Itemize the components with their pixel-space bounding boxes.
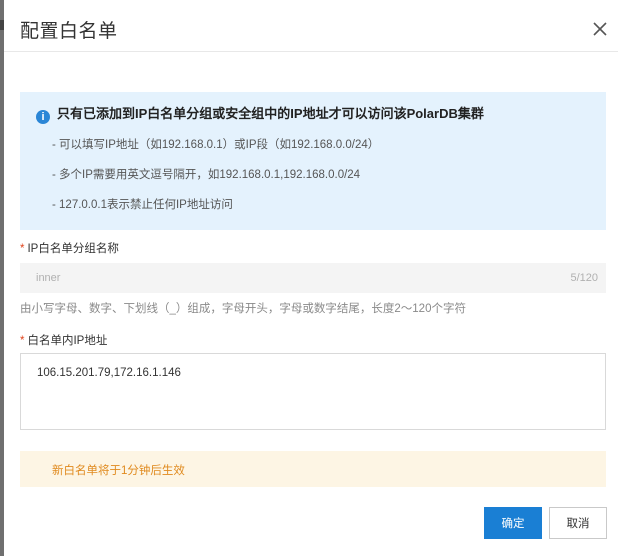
ip-list-label: * 白名单内IP地址 — [20, 332, 107, 348]
required-mark: * — [20, 335, 25, 347]
group-name-input[interactable]: inner 5/120 — [20, 263, 606, 293]
whitelist-dialog: 配置白名单 i 只有已添加到IP白名单分组或安全组中的IP地址才可以访问该Pol… — [4, 0, 618, 556]
group-name-label: * IP白名单分组名称 — [20, 240, 119, 256]
dialog-title: 配置白名单 — [20, 21, 118, 42]
ip-list-textarea[interactable]: 106.15.201.79,172.16.1.146 — [20, 353, 606, 430]
group-name-value: inner — [36, 272, 61, 284]
notice-line: - 可以填写IP地址（如192.168.0.1）或IP段（如192.168.0.… — [52, 139, 380, 151]
close-icon[interactable] — [592, 21, 608, 37]
notice-line: - 127.0.0.1表示禁止任何IP地址访问 — [52, 199, 233, 211]
char-counter: 5/120 — [570, 272, 598, 284]
ip-list-label-text: 白名单内IP地址 — [27, 335, 108, 347]
effect-warning: 新白名单将于1分钟后生效 — [20, 451, 606, 487]
group-name-hint: 由小写字母、数字、下划线（_）组成，字母开头，字母或数字结尾，长度2～120个字… — [20, 303, 466, 315]
info-notice: i 只有已添加到IP白名单分组或安全组中的IP地址才可以访问该PolarDB集群… — [20, 92, 606, 230]
dialog-header: 配置白名单 — [4, 0, 618, 52]
required-mark: * — [20, 243, 25, 255]
notice-heading: 只有已添加到IP白名单分组或安全组中的IP地址才可以访问该PolarDB集群 — [57, 106, 484, 121]
info-icon: i — [36, 110, 50, 124]
notice-line: - 多个IP需要用英文逗号隔开，如192.168.0.1,192.168.0.0… — [52, 169, 361, 181]
warning-text: 新白名单将于1分钟后生效 — [52, 465, 185, 477]
cancel-button[interactable]: 取消 — [549, 507, 607, 539]
ip-list-value: 106.15.201.79,172.16.1.146 — [37, 367, 181, 379]
confirm-button[interactable]: 确定 — [484, 507, 542, 539]
group-name-label-text: IP白名单分组名称 — [27, 243, 119, 255]
